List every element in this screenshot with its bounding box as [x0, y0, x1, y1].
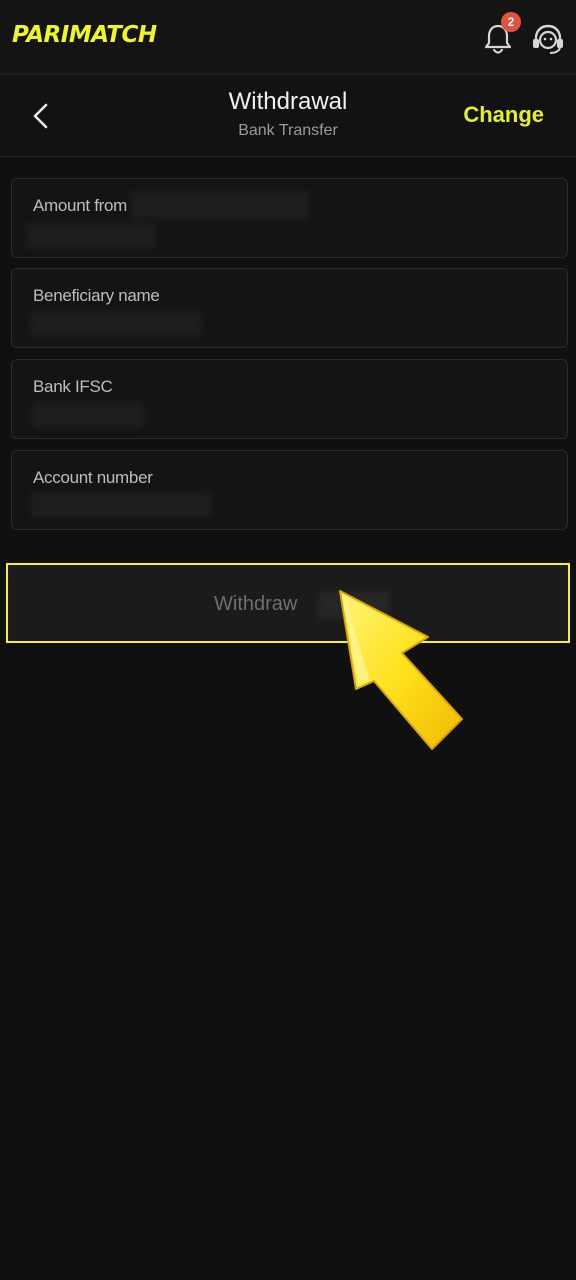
- withdraw-button[interactable]: Withdraw: [6, 563, 570, 643]
- support-headset-icon[interactable]: [530, 22, 566, 56]
- withdraw-button-label: Withdraw: [214, 593, 298, 615]
- account-number-label: Account number: [33, 468, 153, 487]
- beneficiary-name-field[interactable]: Beneficiary name: [11, 268, 568, 348]
- amount-field-label: Amount from: [33, 196, 128, 215]
- parimatch-logo[interactable]: PARIMATCH: [12, 22, 157, 48]
- beneficiary-name-redacted: [30, 311, 202, 337]
- account-number-redacted: [30, 493, 212, 517]
- amount-field[interactable]: Amount from: [11, 178, 568, 258]
- amount-currency-redacted: [130, 191, 310, 219]
- amount-value-redacted: [26, 223, 156, 249]
- account-number-field[interactable]: Account number: [11, 450, 568, 530]
- change-method-button[interactable]: Change: [463, 102, 544, 128]
- page-header: Withdrawal Bank Transfer Change: [0, 76, 576, 157]
- bank-ifsc-field[interactable]: Bank IFSC: [11, 359, 568, 439]
- top-bar: PARIMATCH 2: [0, 0, 576, 75]
- beneficiary-name-label: Beneficiary name: [33, 286, 160, 305]
- bank-ifsc-redacted: [32, 402, 144, 428]
- notification-badge: 2: [501, 12, 521, 32]
- pointer-arrow-icon: [339, 590, 463, 750]
- bank-ifsc-label: Bank IFSC: [33, 377, 113, 396]
